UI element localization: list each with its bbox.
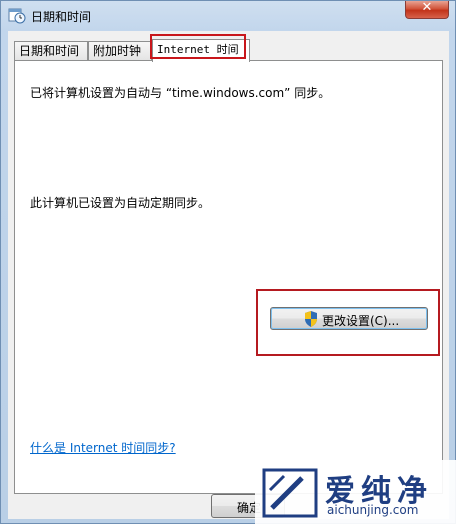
date-time-dialog: 日期和时间 ✕ 日期和时间 附加时钟 Internet 时间 已将计算机设置为自… [0, 0, 456, 524]
tab-highlight-box [150, 34, 246, 59]
dialog-client-area: 日期和时间 附加时钟 Internet 时间 已将计算机设置为自动与 “time… [8, 31, 449, 519]
tab-date-time[interactable]: 日期和时间 [14, 41, 88, 61]
tab-additional-clocks[interactable]: 附加时钟 [88, 41, 152, 61]
window-title: 日期和时间 [31, 10, 92, 24]
close-button[interactable]: ✕ [405, 0, 449, 19]
close-icon: ✕ [421, 0, 433, 15]
uac-shield-icon [304, 311, 318, 327]
internet-time-help-link[interactable]: 什么是 Internet 时间同步? [30, 439, 176, 456]
calendar-clock-icon [8, 6, 26, 24]
internet-time-panel [14, 60, 443, 494]
watermark-domain-text: aichunjing.com [327, 503, 419, 517]
title-bar[interactable]: 日期和时间 ✕ [1, 0, 455, 31]
change-settings-button[interactable]: 更改设置(C)... [270, 307, 428, 330]
sync-server-text: 已将计算机设置为自动与 “time.windows.com” 同步。 [30, 86, 331, 100]
auto-sync-text: 此计算机已设置为自动定期同步。 [30, 196, 211, 210]
change-settings-label: 更改设置(C)... [322, 314, 400, 328]
watermark-logo-icon [262, 468, 318, 518]
